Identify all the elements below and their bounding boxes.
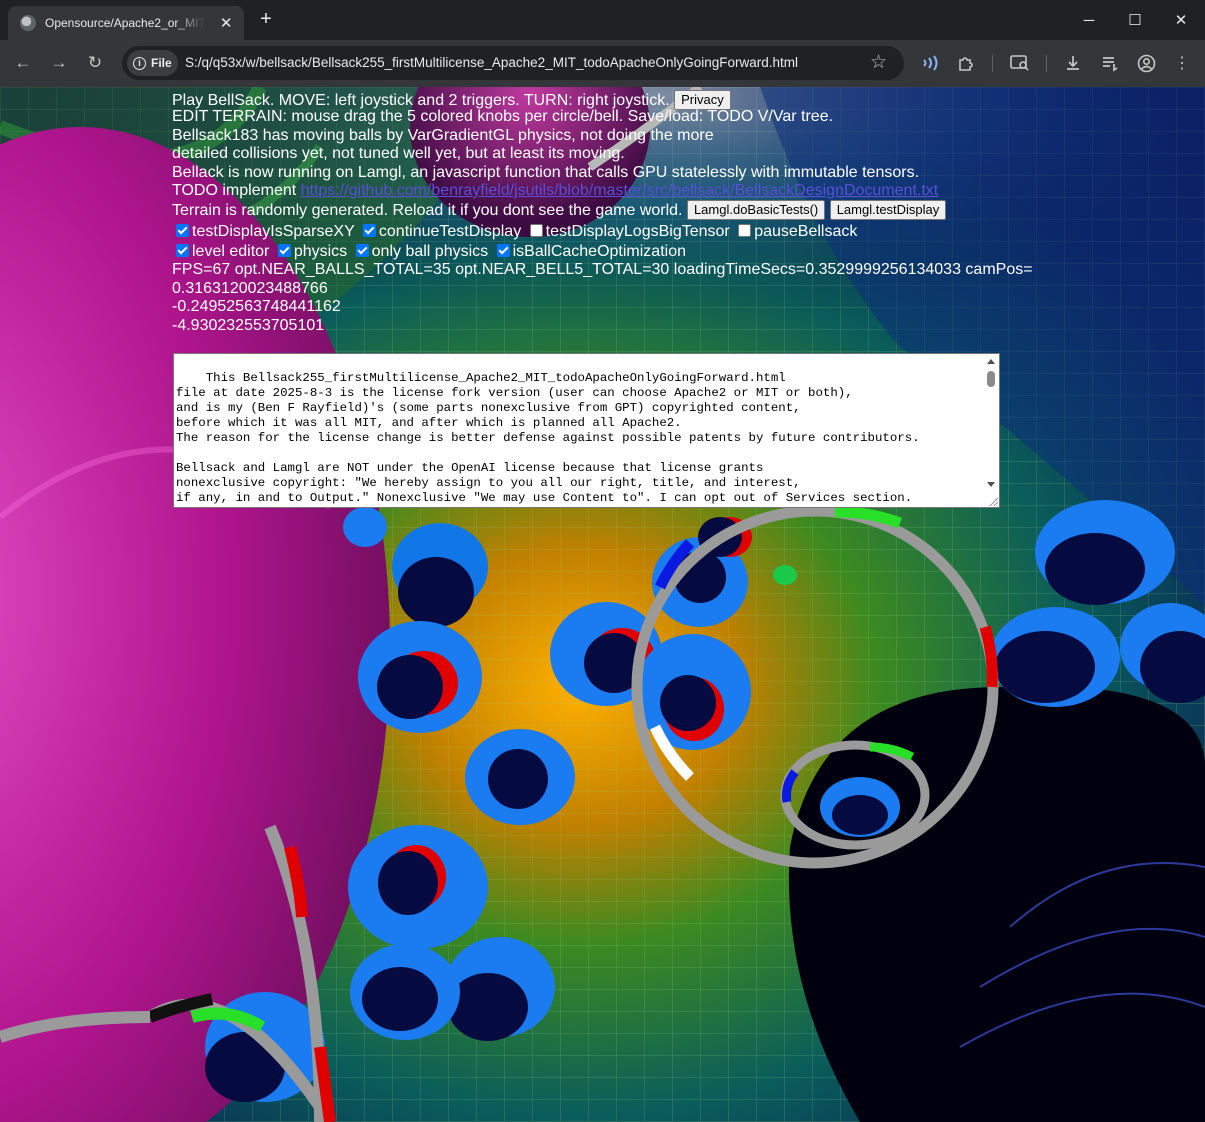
test-display-button[interactable]: Lamgl.testDisplay [829,200,947,221]
checkbox-continue-test-display[interactable] [362,224,376,238]
lamgl-note-text: Bellack is now running on Lamgl, an java… [172,163,920,181]
edit-terrain-text: EDIT TERRAIN: mouse drag the 5 colored k… [172,108,834,126]
scroll-thumb[interactable] [987,371,995,387]
info-icon: i [133,56,146,70]
stats-text: FPS=67 opt.NEAR_BALLS_TOTAL=35 opt.NEAR_… [172,261,1033,279]
license-text: This Bellsack255_firstMultilicense_Apach… [176,371,964,507]
site-info-chip[interactable]: i File [127,50,178,76]
checkbox-pause-bellsack[interactable] [738,224,752,238]
checkbox-level-editor[interactable] [176,244,189,258]
checkbox-label: physics [293,243,348,261]
checkbox-test-display-sparse[interactable] [176,224,189,238]
checkbox-ball-cache-optimization[interactable] [496,244,510,258]
cam-pos-z: -4.930232553705101 [172,316,325,334]
todo-prefix: TODO implement [172,181,301,199]
checkbox-label: testDisplayIsSparseXY [192,223,355,241]
address-bar[interactable]: i File S:/q/q53x/w/bellsack/Bellsack255_… [122,46,904,80]
cam-pos-x: 0.3163120023488766 [172,279,328,297]
download-icon[interactable] [1062,52,1084,74]
checkbox-label: isBallCacheOptimization [512,243,686,261]
extensions-icon[interactable] [955,52,977,74]
checkbox-label: level editor [192,243,270,261]
tab-search-icon[interactable] [1009,52,1031,74]
new-tab-button[interactable]: + [255,8,277,31]
page-viewport: Play BellSack. MOVE: left joystick and 2… [0,87,1205,1122]
scroll-up-arrow-icon[interactable] [987,359,995,364]
menu-kebab-icon[interactable]: ⋮ [1171,52,1193,74]
textarea-scrollbar[interactable] [984,354,999,507]
bookmark-star-icon[interactable]: ☆ [870,51,887,74]
checkbox-only-ball-physics[interactable] [355,244,369,258]
minimize-button[interactable]: ─ [1066,0,1112,40]
resize-grip-icon[interactable] [988,496,998,506]
physics-note-text-2: detailed collisions yet, not tuned well … [172,145,625,163]
back-icon[interactable]: ← [11,51,35,75]
tab-close-icon[interactable]: ✕ [218,14,234,32]
intro-text: Play BellSack. MOVE: left joystick and 2… [172,92,670,109]
basic-tests-button[interactable]: Lamgl.doBasicTests() [686,200,826,221]
license-textarea[interactable]: This Bellsack255_firstMultilicense_Apach… [173,353,1000,508]
terrain-note-text: Terrain is randomly generated. Reload it… [172,202,683,220]
checkbox-label: testDisplayLogsBigTensor [545,223,730,241]
forward-icon[interactable]: → [47,51,71,75]
checkbox-logs-big-tensor[interactable] [529,224,543,238]
checkbox-label: continueTestDisplay [378,223,522,241]
file-chip-label: File [151,56,172,70]
reload-icon[interactable]: ↻ [83,51,107,75]
browser-tab[interactable]: Opensource/Apache2_or_MIT_todoApacheOnly… [8,6,244,40]
url-text[interactable]: S:/q/q53x/w/bellsack/Bellsack255_firstMu… [185,55,798,70]
profile-icon[interactable] [1135,52,1157,74]
toolbar-separator [1046,55,1047,72]
tab-title: Opensource/Apache2_or_MIT_todoApacheOnly… [45,16,207,30]
checkbox-physics[interactable] [277,244,291,258]
checkbox-row-1: testDisplayIsSparseXY continueTestDispla… [172,221,1052,241]
physics-note-text: Bellsack183 has moving balls by VarGradi… [172,126,714,144]
browser-toolbar: ← → ↻ i File S:/q/q53x/w/bellsack/Bellsa… [0,40,1205,87]
privacy-button[interactable]: Privacy [674,90,731,110]
design-doc-link[interactable]: https://github.com/benrayfield/jsutils/b… [301,182,939,199]
maximize-button[interactable]: ☐ [1112,0,1158,40]
toolbar-separator [992,55,993,72]
checkbox-label: pauseBellsack [754,223,858,241]
globe-icon [20,15,36,31]
reading-list-icon[interactable] [1099,52,1121,74]
read-aloud-icon[interactable] [919,52,941,74]
window-close-button[interactable]: ✕ [1158,0,1204,40]
info-panel: Play BellSack. MOVE: left joystick and 2… [172,90,1052,335]
checkbox-row-2: level editor physics only ball physics i… [172,241,1052,261]
browser-titlebar: Opensource/Apache2_or_MIT_todoApacheOnly… [0,0,1205,40]
scroll-down-arrow-icon[interactable] [987,482,995,487]
cam-pos-y: -0.24952563748441162 [172,298,341,316]
checkbox-label: only ball physics [371,243,489,261]
